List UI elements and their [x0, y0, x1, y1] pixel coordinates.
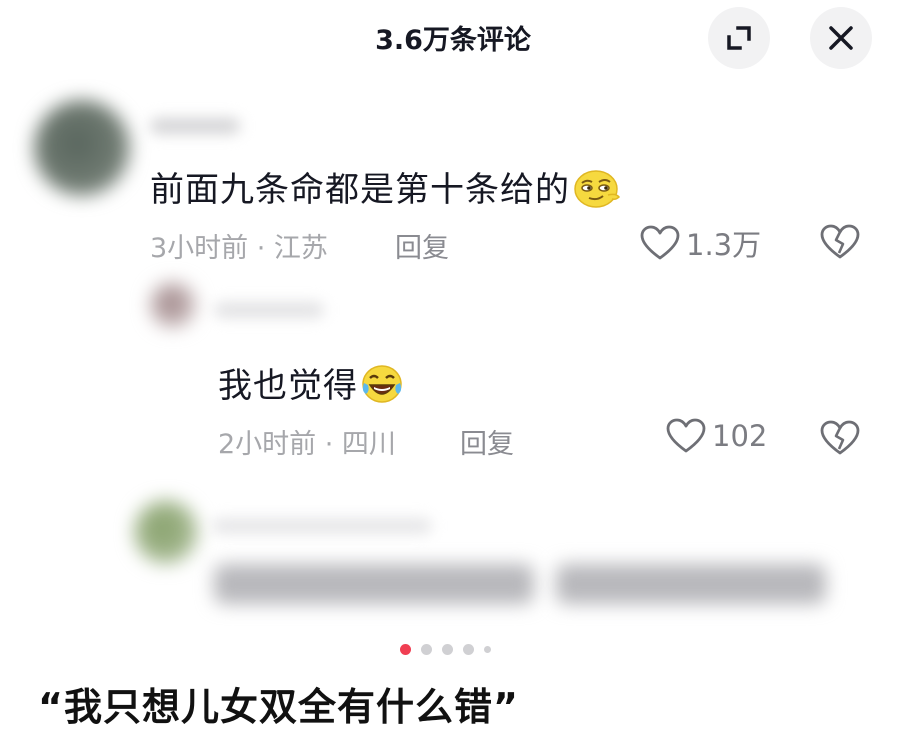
reply-comment-text-content: 我也觉得 — [218, 366, 358, 406]
dislike-button-2[interactable] — [820, 420, 860, 460]
pagination-dots — [400, 644, 491, 655]
expand-icon — [727, 26, 751, 50]
close-button[interactable] — [810, 7, 872, 69]
close-icon — [829, 26, 853, 50]
third-comment-blurred-text — [214, 564, 534, 604]
reply-username-blurred[interactable] — [214, 302, 324, 318]
like-count: 1.3万 — [686, 228, 762, 262]
username-blurred[interactable] — [150, 118, 240, 134]
pagination-dot — [463, 644, 474, 655]
comment-text: 前面九条命都是第十条给的 — [150, 162, 622, 218]
reply-time-location: 2小时前 · 四川 — [218, 429, 396, 460]
dislike-button[interactable] — [820, 224, 860, 264]
comments-header-title: 3.6万条评论 — [375, 25, 531, 56]
third-avatar-blurred[interactable] — [134, 500, 198, 564]
like-count-2: 102 — [712, 419, 768, 453]
laughing-tears-emoji-icon — [360, 363, 404, 414]
reply-avatar[interactable] — [150, 282, 196, 328]
heart-outline-icon — [666, 418, 706, 453]
reply-button-2[interactable]: 回复 — [460, 422, 514, 461]
like-button[interactable]: 1.3万 — [640, 222, 761, 264]
expand-button[interactable] — [708, 7, 770, 69]
caption-text: “我只想儿女双全有什么错” — [38, 685, 519, 729]
third-comment-blurred-text — [556, 564, 826, 604]
pagination-dot — [484, 646, 491, 653]
reply-button[interactable]: 回复 — [395, 226, 449, 265]
pagination-dot — [421, 644, 432, 655]
like-button-2[interactable]: 102 — [666, 418, 767, 454]
pagination-dot — [442, 644, 453, 655]
heart-outline-icon — [640, 225, 680, 260]
pagination-dot-active — [400, 644, 411, 655]
smirk-emoji-icon — [572, 167, 622, 218]
third-username-blurred[interactable] — [212, 518, 432, 534]
broken-heart-icon — [820, 420, 860, 455]
comment-time-location: 3小时前 · 江苏 — [150, 233, 328, 264]
comment-text-content: 前面九条命都是第十条给的 — [150, 170, 570, 210]
broken-heart-icon — [820, 224, 860, 259]
avatar[interactable] — [34, 100, 130, 196]
reply-comment-text: 我也觉得 — [218, 358, 404, 414]
